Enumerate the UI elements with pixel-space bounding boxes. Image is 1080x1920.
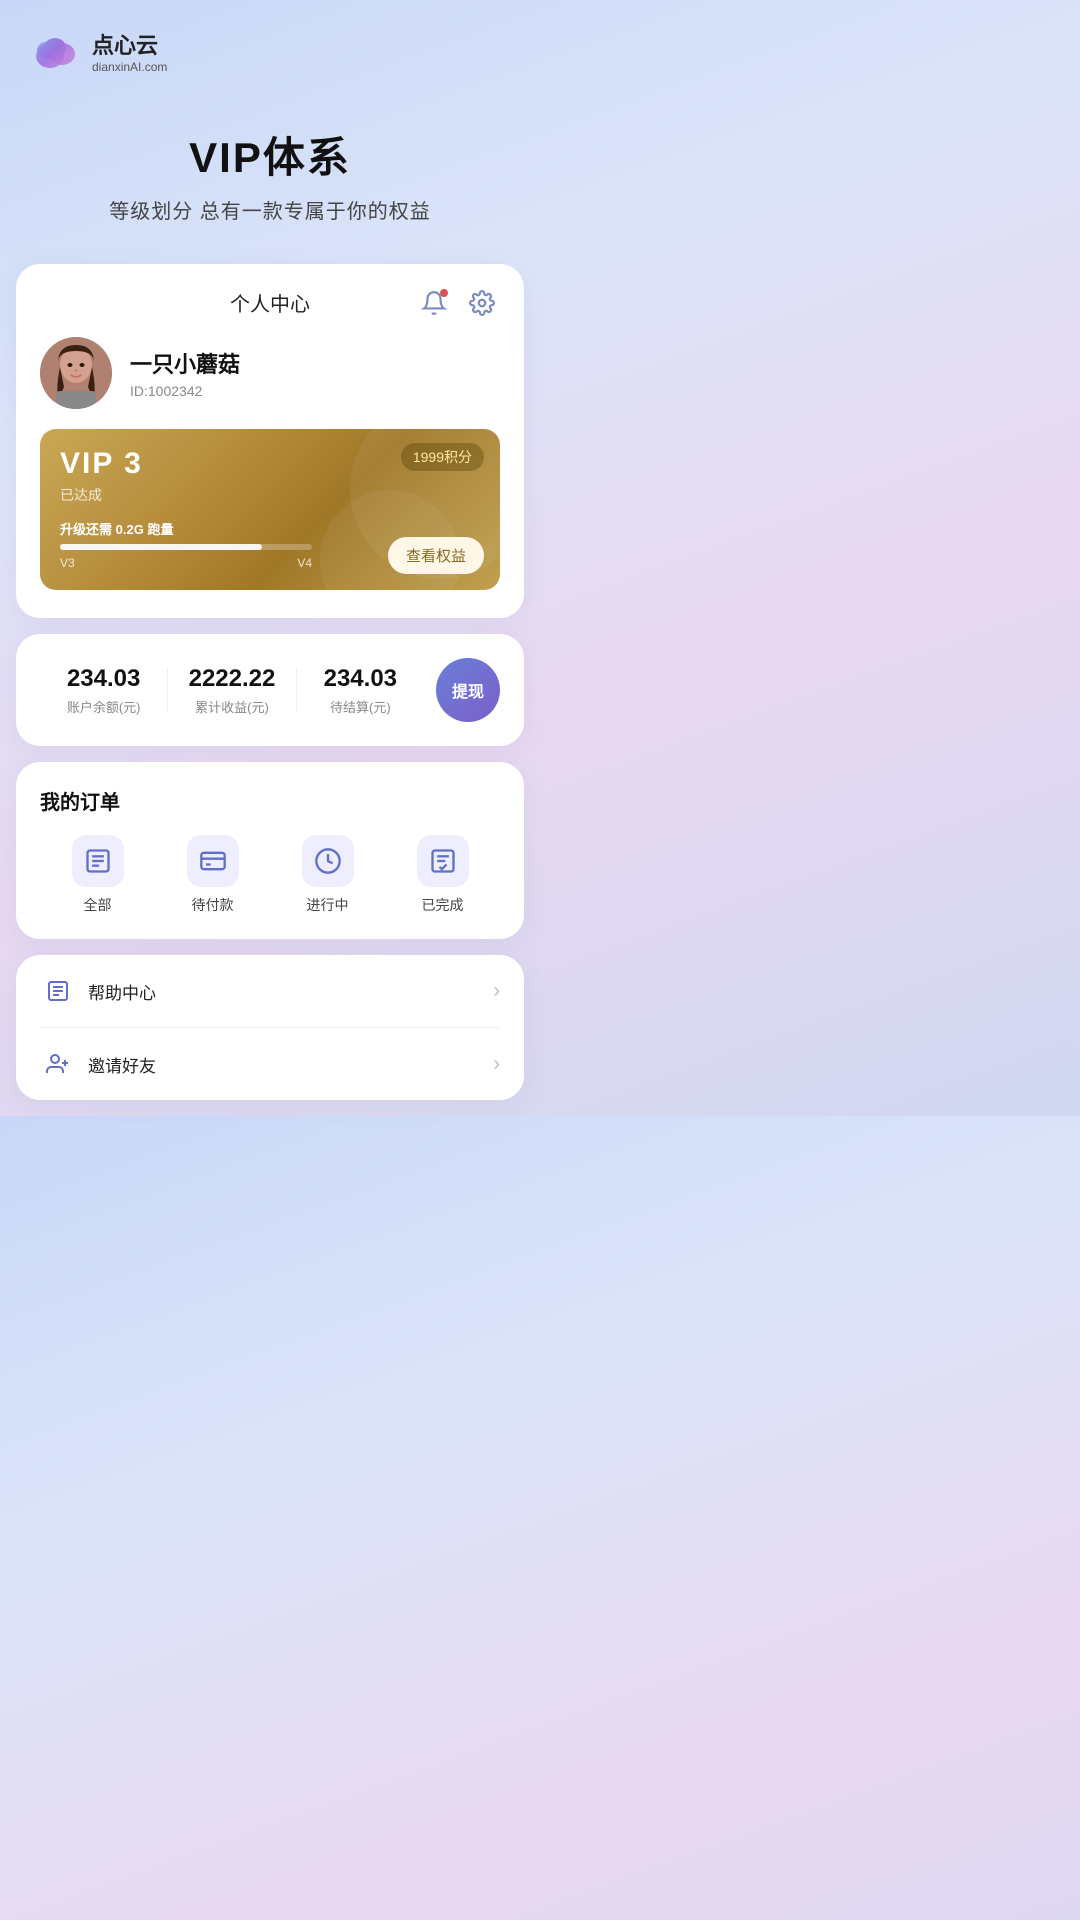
- hero-section: VIP体系 等级划分 总有一款专属于你的权益: [0, 94, 540, 264]
- logo-domain: dianxinAI.com: [92, 60, 167, 74]
- header-icon-group: [416, 285, 500, 321]
- finance-card: 234.03 账户余额(元) 2222.22 累计收益(元) 234.03 待结…: [16, 634, 524, 746]
- logo-icon: [28, 24, 82, 78]
- balance-item: 234.03 账户余额(元): [40, 665, 167, 716]
- hero-title: VIP体系: [20, 124, 520, 185]
- vip-points: 1999积分: [401, 443, 484, 471]
- help-center-arrow: ›: [493, 980, 500, 1003]
- notification-dot: [440, 289, 448, 297]
- order-item-all[interactable]: 全部: [72, 835, 124, 915]
- personal-center-title: 个人中心: [230, 288, 310, 317]
- logo-name: 点心云: [92, 28, 167, 60]
- pending-payment-label: 待付款: [192, 895, 234, 915]
- avatar-image: [40, 337, 112, 409]
- progress-bar-bg: [60, 544, 312, 550]
- avatar: [40, 337, 112, 409]
- menu-item-invite-friends[interactable]: 邀请好友 ›: [40, 1028, 500, 1100]
- progress-labels: V3 V4: [60, 556, 312, 570]
- vip-achieved-label: 已达成: [60, 485, 480, 505]
- gear-icon: [469, 290, 495, 316]
- completed-icon: [417, 835, 469, 887]
- help-center-icon: [40, 973, 76, 1009]
- help-center-label: 帮助中心: [88, 979, 493, 1004]
- total-income-item: 2222.22 累计收益(元): [168, 665, 295, 716]
- all-orders-label: 全部: [84, 895, 112, 915]
- order-item-pending-payment[interactable]: 待付款: [187, 835, 239, 915]
- view-benefits-button[interactable]: 查看权益: [388, 537, 484, 574]
- in-progress-label: 进行中: [307, 895, 349, 915]
- orders-title: 我的订单: [40, 786, 500, 815]
- progress-from: V3: [60, 556, 75, 570]
- pending-amount: 234.03: [297, 665, 424, 693]
- pending-label: 待结算(元): [297, 697, 424, 716]
- user-name: 一只小蘑菇: [130, 347, 240, 379]
- order-item-in-progress[interactable]: 进行中: [302, 835, 354, 915]
- balance-amount: 234.03: [40, 665, 167, 693]
- vip-card: 1999积分 VIP 3 已达成 升级还需 0.2G 跑量 V3 V4 查看权益: [40, 429, 500, 590]
- all-orders-icon: [72, 835, 124, 887]
- personal-center-header: 个人中心: [40, 288, 500, 317]
- balance-label: 账户余额(元): [40, 697, 167, 716]
- orders-grid: 全部 待付款 进行中: [40, 835, 500, 915]
- vip-upgrade-text: 升级还需 0.2G 跑量: [60, 519, 480, 538]
- total-income-label: 累计收益(元): [168, 697, 295, 716]
- logo-text: 点心云 dianxinAI.com: [92, 28, 167, 74]
- user-id: ID:1002342: [130, 383, 240, 399]
- order-item-completed[interactable]: 已完成: [417, 835, 469, 915]
- invite-friends-arrow: ›: [493, 1053, 500, 1076]
- personal-center-card: 个人中心: [16, 264, 524, 618]
- invite-friends-icon: [40, 1046, 76, 1082]
- menu-item-help-center[interactable]: 帮助中心 ›: [40, 955, 500, 1028]
- orders-card: 我的订单 全部 待付款: [16, 762, 524, 939]
- progress-to: V4: [297, 556, 312, 570]
- menu-card: 帮助中心 › 邀请好友 ›: [16, 955, 524, 1100]
- hero-subtitle: 等级划分 总有一款专属于你的权益: [20, 195, 520, 224]
- settings-button[interactable]: [464, 285, 500, 321]
- invite-friends-label: 邀请好友: [88, 1052, 493, 1077]
- user-info-section: 一只小蘑菇 ID:1002342: [40, 337, 500, 409]
- completed-label: 已完成: [422, 895, 464, 915]
- pending-item: 234.03 待结算(元): [297, 665, 424, 716]
- withdraw-button[interactable]: 提现: [436, 658, 500, 722]
- progress-bar-fill: [60, 544, 262, 550]
- pending-payment-icon: [187, 835, 239, 887]
- app-header: 点心云 dianxinAI.com: [0, 0, 540, 94]
- user-meta: 一只小蘑菇 ID:1002342: [130, 347, 240, 399]
- notification-button[interactable]: [416, 285, 452, 321]
- total-income-amount: 2222.22: [168, 665, 295, 693]
- in-progress-icon: [302, 835, 354, 887]
